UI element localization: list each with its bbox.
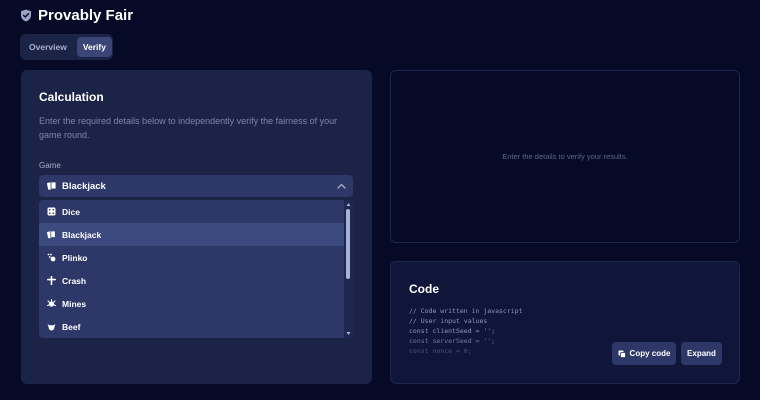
code-line: const clientSeed = ''; <box>409 327 496 335</box>
results-empty-message: Enter the details to verify your results… <box>502 152 628 161</box>
plinko-icon <box>47 253 56 262</box>
option-label: Dice <box>62 206 80 217</box>
code-block: // Code written in javascript // User inp… <box>409 306 523 356</box>
game-dropdown-list: Dice Blackjack Plinko Crash Mines Beef <box>39 200 353 338</box>
scroll-down-icon[interactable] <box>346 331 351 336</box>
calculation-description: Enter the required details below to inde… <box>39 116 338 140</box>
option-blackjack[interactable]: Blackjack <box>39 223 353 246</box>
calculation-title: Calculation <box>39 90 104 104</box>
tab-overview[interactable]: Overview <box>23 37 73 57</box>
tab-bar: Overview Verify <box>20 34 113 60</box>
option-label: Crash <box>62 275 87 286</box>
option-label: Beef <box>62 321 81 332</box>
beef-icon <box>47 324 56 331</box>
option-dice[interactable]: Dice <box>39 200 353 223</box>
shield-check-icon <box>21 9 31 22</box>
option-crash[interactable]: Crash <box>39 269 353 292</box>
cards-icon <box>47 230 56 239</box>
option-label: Blackjack <box>62 229 102 240</box>
scroll-up-icon[interactable] <box>346 202 351 207</box>
game-select-value: Blackjack <box>62 180 106 192</box>
code-line: // User input values <box>409 317 488 325</box>
game-select[interactable]: Blackjack <box>39 175 353 197</box>
code-line: // Code written in javascript <box>409 307 523 315</box>
cards-icon <box>47 181 57 190</box>
game-label: Game <box>39 161 61 170</box>
copy-code-button[interactable]: Copy code <box>612 342 676 365</box>
expand-button[interactable]: Expand <box>681 342 722 365</box>
code-line: const serverSeed = ''; <box>409 337 496 345</box>
option-mines[interactable]: Mines <box>39 292 353 315</box>
option-label: Mines <box>62 298 87 309</box>
scrollbar-thumb[interactable] <box>346 209 350 279</box>
code-title: Code <box>409 282 439 296</box>
code-line: const nonce = 0; <box>409 347 472 355</box>
page-header: Provably Fair <box>20 7 133 24</box>
option-plinko[interactable]: Plinko <box>39 246 353 269</box>
tab-verify[interactable]: Verify <box>76 37 112 57</box>
option-beef[interactable]: Beef <box>39 315 353 338</box>
mines-icon <box>47 299 56 307</box>
chevron-up-icon <box>337 183 346 189</box>
crash-icon <box>47 276 56 285</box>
calculation-panel: Calculation Enter the required details b… <box>21 70 372 384</box>
page-title: Provably Fair <box>38 7 134 24</box>
results-panel: Enter the details to verify your results… <box>390 70 740 243</box>
dropdown-scrollbar[interactable] <box>344 200 353 338</box>
dice-icon <box>47 207 56 216</box>
copy-icon <box>618 350 626 358</box>
option-label: Plinko <box>62 252 88 263</box>
code-panel: Code // Code written in javascript // Use… <box>390 261 740 384</box>
copy-code-label: Copy code <box>629 349 671 358</box>
